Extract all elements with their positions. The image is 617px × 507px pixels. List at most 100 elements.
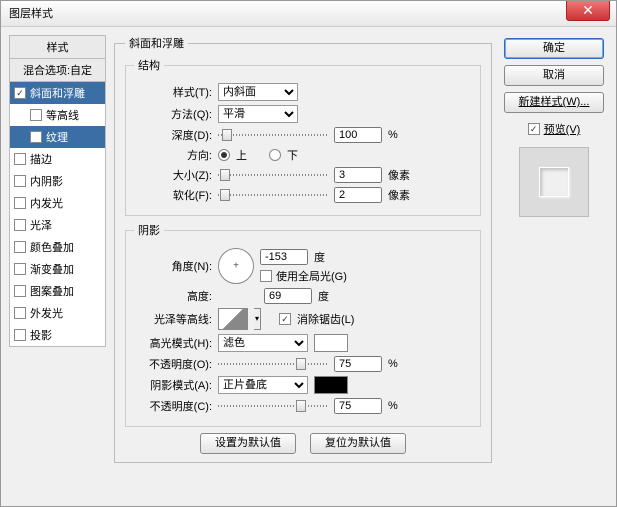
style-select[interactable]: 内斜面	[218, 83, 298, 101]
style-item-checkbox[interactable]	[14, 241, 26, 253]
title-bar: 图层样式 ✕	[1, 1, 616, 27]
highlight-opacity-slider[interactable]	[218, 357, 328, 371]
style-item-label: 内发光	[30, 195, 63, 211]
blend-options-header[interactable]: 混合选项:自定	[9, 59, 106, 82]
style-item-checkbox[interactable]	[14, 263, 26, 275]
ok-button[interactable]: 确定	[504, 38, 604, 59]
style-item-4[interactable]: 内阴影	[10, 170, 105, 192]
set-default-button[interactable]: 设置为默认值	[200, 433, 296, 454]
style-item-checkbox[interactable]	[14, 87, 26, 99]
shadow-opacity-input[interactable]	[334, 398, 382, 414]
style-item-label: 渐变叠加	[30, 261, 74, 277]
style-item-checkbox[interactable]	[14, 175, 26, 187]
style-item-label: 等高线	[46, 107, 79, 123]
anti-alias-label: 消除锯齿(L)	[297, 311, 354, 327]
preview-checkbox[interactable]	[528, 123, 540, 135]
direction-up-label: 上	[236, 147, 247, 163]
left-column: 样式 混合选项:自定 斜面和浮雕等高线纹理描边内阴影内发光光泽颜色叠加渐变叠加图…	[9, 35, 106, 498]
style-item-checkbox[interactable]	[14, 153, 26, 165]
style-item-checkbox[interactable]	[30, 109, 42, 121]
direction-up-radio[interactable]	[218, 149, 230, 161]
style-item-5[interactable]: 内发光	[10, 192, 105, 214]
deg-unit: 度	[314, 249, 325, 265]
style-item-10[interactable]: 外发光	[10, 302, 105, 324]
highlight-mode-select[interactable]: 滤色	[218, 334, 308, 352]
reset-default-button[interactable]: 复位为默认值	[310, 433, 406, 454]
middle-column: 斜面和浮雕 结构 样式(T): 内斜面 方法(Q): 平滑 深度(D): %	[114, 35, 492, 498]
style-item-3[interactable]: 描边	[10, 148, 105, 170]
shadow-mode-label: 阴影模式(A):	[134, 377, 212, 393]
technique-label: 方法(Q):	[134, 106, 212, 122]
style-item-8[interactable]: 渐变叠加	[10, 258, 105, 280]
shading-group: 阴影 角度(N): 度 使用全局光(G)	[125, 222, 481, 427]
global-light-label: 使用全局光(G)	[276, 268, 347, 284]
global-light-checkbox[interactable]	[260, 270, 272, 282]
preview-box	[519, 147, 589, 217]
style-item-checkbox[interactable]	[30, 131, 42, 143]
size-slider[interactable]	[218, 168, 328, 182]
style-item-label: 纹理	[46, 129, 68, 145]
altitude-label: 高度:	[134, 288, 212, 304]
soften-slider[interactable]	[218, 188, 328, 202]
style-label: 样式(T):	[134, 84, 212, 100]
deg-unit2: 度	[318, 288, 329, 304]
size-input[interactable]	[334, 167, 382, 183]
style-item-9[interactable]: 图案叠加	[10, 280, 105, 302]
bevel-group-title: 斜面和浮雕	[125, 35, 188, 51]
close-button[interactable]: ✕	[566, 1, 610, 21]
highlight-opacity-label: 不透明度(O):	[134, 356, 212, 372]
highlight-mode-label: 高光模式(H):	[134, 335, 212, 351]
depth-input[interactable]	[334, 127, 382, 143]
style-item-checkbox[interactable]	[14, 329, 26, 341]
style-item-label: 光泽	[30, 217, 52, 233]
shadow-opacity-slider[interactable]	[218, 399, 328, 413]
px-unit: 像素	[388, 167, 414, 183]
shading-title: 阴影	[134, 222, 164, 238]
anti-alias-checkbox[interactable]	[279, 313, 291, 325]
direction-label: 方向:	[134, 147, 212, 163]
style-item-checkbox[interactable]	[14, 285, 26, 297]
direction-down-radio[interactable]	[269, 149, 281, 161]
style-item-6[interactable]: 光泽	[10, 214, 105, 236]
angle-label: 角度(N):	[134, 258, 212, 274]
style-item-label: 投影	[30, 327, 52, 343]
style-item-7[interactable]: 颜色叠加	[10, 236, 105, 258]
new-style-button[interactable]: 新建样式(W)...	[504, 92, 604, 113]
style-item-label: 斜面和浮雕	[30, 85, 85, 101]
right-column: 确定 取消 新建样式(W)... 预览(V)	[500, 35, 608, 498]
styles-header[interactable]: 样式	[9, 35, 106, 59]
gloss-contour-swatch[interactable]	[218, 308, 248, 330]
style-item-checkbox[interactable]	[14, 219, 26, 231]
style-item-0[interactable]: 斜面和浮雕	[10, 82, 105, 104]
highlight-color-swatch[interactable]	[314, 334, 348, 352]
percent-unit: %	[388, 129, 414, 141]
depth-label: 深度(D):	[134, 127, 212, 143]
dialog-content: 样式 混合选项:自定 斜面和浮雕等高线纹理描边内阴影内发光光泽颜色叠加渐变叠加图…	[1, 27, 616, 506]
style-item-label: 内阴影	[30, 173, 63, 189]
highlight-opacity-input[interactable]	[334, 356, 382, 372]
style-item-label: 图案叠加	[30, 283, 74, 299]
window-title: 图层样式	[9, 8, 53, 20]
depth-slider[interactable]	[218, 128, 328, 142]
structure-title: 结构	[134, 57, 164, 73]
direction-down-label: 下	[287, 147, 298, 163]
preview-label: 预览(V)	[544, 121, 581, 137]
style-item-checkbox[interactable]	[14, 307, 26, 319]
cancel-button[interactable]: 取消	[504, 65, 604, 86]
style-item-11[interactable]: 投影	[10, 324, 105, 346]
shadow-mode-select[interactable]: 正片叠底	[218, 376, 308, 394]
soften-input[interactable]	[334, 187, 382, 203]
shadow-color-swatch[interactable]	[314, 376, 348, 394]
angle-input[interactable]	[260, 249, 308, 265]
angle-control[interactable]	[218, 248, 254, 284]
preview-swatch	[539, 167, 569, 197]
style-item-checkbox[interactable]	[14, 197, 26, 209]
style-item-label: 外发光	[30, 305, 63, 321]
style-item-label: 颜色叠加	[30, 239, 74, 255]
altitude-input[interactable]	[264, 288, 312, 304]
technique-select[interactable]: 平滑	[218, 105, 298, 123]
style-list: 斜面和浮雕等高线纹理描边内阴影内发光光泽颜色叠加渐变叠加图案叠加外发光投影	[9, 82, 106, 347]
style-item-1[interactable]: 等高线	[10, 104, 105, 126]
style-item-2[interactable]: 纹理	[10, 126, 105, 148]
gloss-contour-dropdown[interactable]: ▾	[254, 308, 261, 330]
